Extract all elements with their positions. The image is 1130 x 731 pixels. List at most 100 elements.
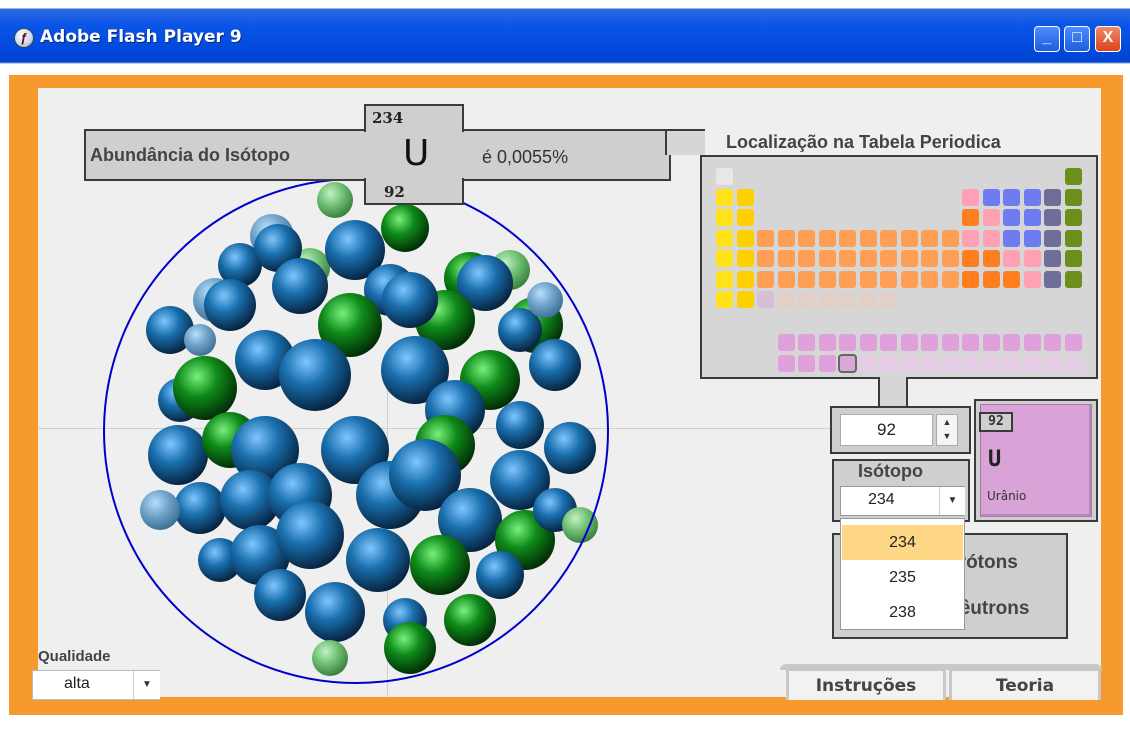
periodic-cell[interactable] [1044,334,1061,351]
periodic-cell[interactable] [880,334,897,351]
periodic-cell[interactable] [941,229,959,247]
periodic-cell[interactable] [962,334,979,351]
periodic-cell[interactable] [1064,334,1082,351]
periodic-cell[interactable] [1003,270,1020,288]
periodic-cell[interactable] [736,209,754,226]
periodic-cell[interactable] [777,334,795,351]
periodic-cell[interactable] [962,188,979,206]
periodic-cell[interactable] [736,270,754,288]
periodic-cell[interactable] [982,188,1000,206]
periodic-cell[interactable] [921,334,938,351]
periodic-cell[interactable] [1023,209,1041,226]
periodic-cell[interactable] [982,354,1000,372]
periodic-cell[interactable] [716,188,733,206]
periodic-cell[interactable] [839,250,856,267]
periodic-cell[interactable] [1044,209,1061,226]
periodic-cell[interactable] [962,250,979,267]
periodic-cell[interactable] [1064,209,1082,226]
periodic-cell[interactable] [736,229,754,247]
periodic-cell[interactable] [1044,229,1061,247]
periodic-cell[interactable] [859,291,877,308]
quality-selected-value[interactable]: alta [64,675,90,693]
isotope-option-234[interactable]: 234 [842,525,963,560]
chevron-down-icon[interactable]: ▼ [133,671,160,699]
periodic-cell-selected[interactable] [838,353,857,373]
periodic-cell[interactable] [777,270,795,288]
periodic-cell[interactable] [880,270,897,288]
periodic-cell[interactable] [941,250,959,267]
periodic-cell[interactable] [1064,250,1082,267]
periodic-cell[interactable] [921,354,938,372]
periodic-cell[interactable] [777,229,795,247]
isotope-option-235[interactable]: 235 [842,560,963,595]
periodic-cell[interactable] [757,229,774,247]
periodic-cell[interactable] [1023,250,1041,267]
periodic-cell[interactable] [798,270,815,288]
periodic-cell[interactable] [1023,334,1041,351]
periodic-cell[interactable] [818,354,836,372]
periodic-cell[interactable] [859,354,877,372]
periodic-cell[interactable] [1064,229,1082,247]
periodic-cell[interactable] [962,354,979,372]
periodic-cell[interactable] [1003,250,1020,267]
periodic-cell[interactable] [757,250,774,267]
periodic-cell[interactable] [1023,354,1041,372]
periodic-cell[interactable] [859,334,877,351]
periodic-cell[interactable] [818,229,836,247]
periodic-cell[interactable] [716,229,733,247]
periodic-cell[interactable] [982,250,1000,267]
periodic-cell[interactable] [818,250,836,267]
periodic-cell[interactable] [818,291,836,308]
periodic-cell[interactable] [736,250,754,267]
periodic-cell[interactable] [941,270,959,288]
periodic-cell[interactable] [962,209,979,226]
periodic-cell[interactable] [839,229,856,247]
periodic-cell[interactable] [818,270,836,288]
periodic-cell[interactable] [982,229,1000,247]
tab-instrucoes[interactable]: Instruções [786,668,946,700]
periodic-cell[interactable] [1023,188,1041,206]
periodic-cell[interactable] [880,291,897,308]
periodic-cell[interactable] [921,229,938,247]
periodic-cell[interactable] [1064,168,1082,185]
periodic-cell[interactable] [962,270,979,288]
periodic-cell[interactable] [982,334,1000,351]
chevron-down-icon[interactable]: ▼ [939,487,965,515]
periodic-cell[interactable] [1044,188,1061,206]
atomic-number-spinner[interactable]: ▲ ▼ [936,414,958,446]
periodic-cell[interactable] [798,250,815,267]
periodic-cell[interactable] [859,250,877,267]
tab-teoria[interactable]: Teoria [949,668,1101,700]
periodic-cell[interactable] [859,270,877,288]
isotope-selected-value[interactable]: 234 [868,491,895,509]
periodic-cell[interactable] [798,334,815,351]
periodic-cell[interactable] [1023,229,1041,247]
periodic-cell[interactable] [839,334,856,351]
atomic-number-input[interactable]: 92 [840,414,933,446]
isotope-option-238[interactable]: 238 [842,595,963,630]
periodic-cell[interactable] [859,229,877,247]
periodic-cell[interactable] [900,270,918,288]
periodic-cell[interactable] [1044,270,1061,288]
periodic-cell[interactable] [818,334,836,351]
periodic-cell[interactable] [900,250,918,267]
periodic-cell[interactable] [798,291,815,308]
periodic-cell[interactable] [1003,209,1020,226]
periodic-cell[interactable] [941,334,959,351]
periodic-cell[interactable] [880,229,897,247]
periodic-cell[interactable] [716,168,733,185]
periodic-cell[interactable] [982,209,1000,226]
periodic-cell[interactable] [777,354,795,372]
periodic-cell[interactable] [716,250,733,267]
periodic-cell[interactable] [1064,270,1082,288]
periodic-cell[interactable] [1023,270,1041,288]
periodic-cell[interactable] [777,250,795,267]
periodic-cell[interactable] [1064,188,1082,206]
periodic-cell[interactable] [736,188,754,206]
periodic-cell[interactable] [716,270,733,288]
periodic-cell[interactable] [736,291,754,308]
periodic-cell[interactable] [798,229,815,247]
periodic-cell[interactable] [1003,334,1020,351]
periodic-cell[interactable] [839,270,856,288]
periodic-cell[interactable] [716,209,733,226]
